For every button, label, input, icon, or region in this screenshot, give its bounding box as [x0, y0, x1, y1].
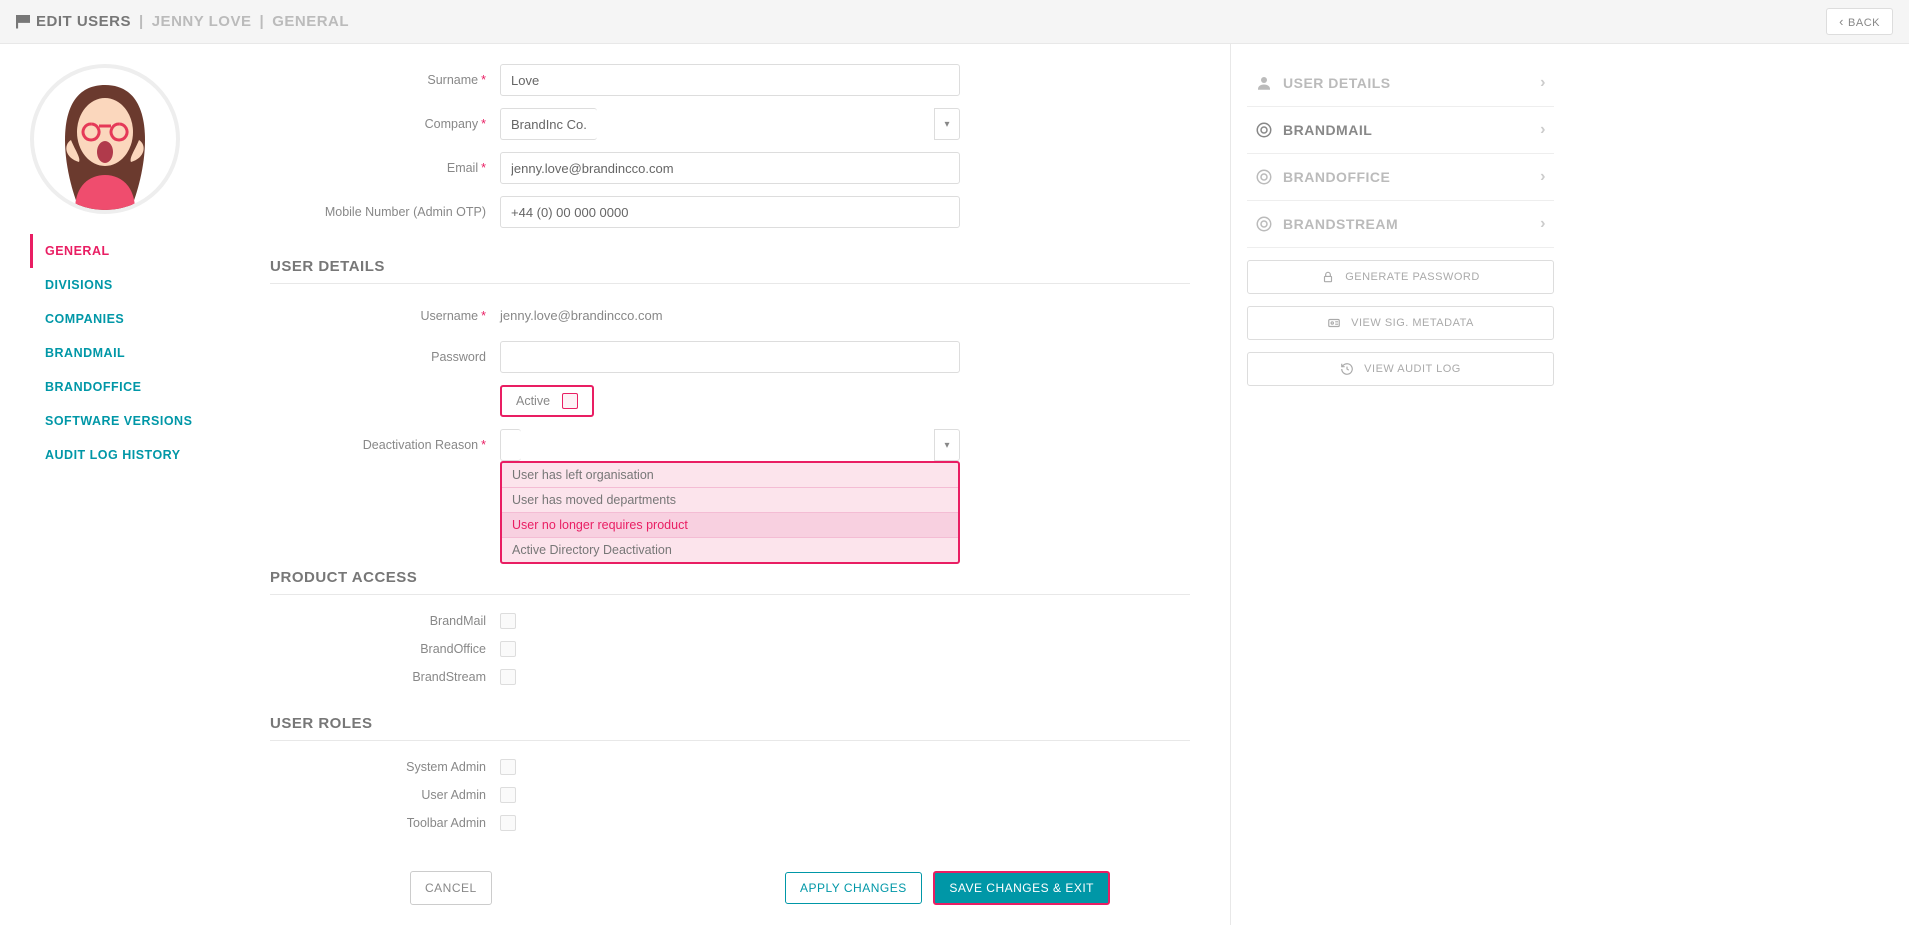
- card-icon: [1327, 316, 1341, 330]
- cancel-button[interactable]: CANCEL: [410, 871, 492, 905]
- crumb-user: JENNY LOVE: [152, 13, 252, 30]
- email-input[interactable]: [500, 152, 960, 184]
- rs-brandmail[interactable]: BRANDMAIL ›: [1247, 107, 1554, 154]
- avatar: [30, 64, 180, 214]
- active-label: Active: [516, 394, 550, 408]
- nav-brandmail[interactable]: BRANDMAIL: [30, 336, 230, 370]
- deactivation-option[interactable]: User has left organisation: [502, 463, 958, 488]
- flag-icon: [16, 15, 30, 29]
- sidebar-right: USER DETAILS › BRANDMAIL › BRANDOFFICE ›…: [1230, 44, 1570, 925]
- sysadmin-checkbox[interactable]: [500, 759, 516, 775]
- company-select[interactable]: BrandInc Co.: [500, 108, 597, 140]
- chevron-right-icon: ›: [1540, 168, 1546, 186]
- crumb-sep: |: [137, 13, 146, 30]
- brandoffice-checkbox[interactable]: [500, 641, 516, 657]
- brandmail-label: BrandMail: [270, 614, 500, 628]
- nav-divisions[interactable]: DIVISIONS: [30, 268, 230, 302]
- nav-brandoffice[interactable]: BRANDOFFICE: [30, 370, 230, 404]
- deactivation-option[interactable]: User no longer requires product: [502, 513, 958, 538]
- surname-input[interactable]: [500, 64, 960, 96]
- nav-companies[interactable]: COMPANIES: [30, 302, 230, 336]
- deactivation-dropdown: User has left organisation User has move…: [500, 461, 960, 564]
- company-label: Company*: [270, 117, 500, 131]
- brandstream-label: BrandStream: [270, 670, 500, 684]
- rs-brandstream[interactable]: BRANDSTREAM ›: [1247, 201, 1554, 248]
- brandoffice-label: BrandOffice: [270, 642, 500, 656]
- save-exit-button[interactable]: SAVE CHANGES & EXIT: [933, 871, 1110, 905]
- avatar-icon: [45, 70, 165, 210]
- password-input[interactable]: [500, 341, 960, 373]
- footer-actions: CANCEL APPLY CHANGES SAVE CHANGES & EXIT: [410, 871, 1110, 905]
- chevron-right-icon: ›: [1540, 74, 1546, 92]
- toolbaradmin-checkbox[interactable]: [500, 815, 516, 831]
- section-user-details: USER DETAILS: [270, 240, 1190, 284]
- deactivation-option[interactable]: User has moved departments: [502, 488, 958, 513]
- user-icon: [1255, 74, 1273, 92]
- deactivation-label: Deactivation Reason*: [270, 438, 500, 452]
- nav-software-versions[interactable]: SOFTWARE VERSIONS: [30, 404, 230, 438]
- crumb-sep: |: [257, 13, 266, 30]
- chevron-down-icon: ▾: [934, 429, 960, 461]
- main-form: Surname* Company* BrandInc Co. ▾ Email* …: [230, 44, 1230, 925]
- chevron-right-icon: ›: [1540, 121, 1546, 139]
- generate-password-button[interactable]: GENERATE PASSWORD: [1247, 260, 1554, 294]
- chevron-down-icon: ▾: [934, 108, 960, 140]
- username-label: Username*: [270, 309, 500, 323]
- active-toggle-wrap: Active: [500, 385, 594, 417]
- brandstream-checkbox[interactable]: [500, 669, 516, 685]
- deactivation-select[interactable]: [500, 429, 521, 461]
- history-icon: [1340, 362, 1354, 376]
- password-label: Password: [270, 350, 500, 364]
- section-user-roles: USER ROLES: [270, 697, 1190, 741]
- target-icon: [1255, 121, 1273, 139]
- rs-user-details[interactable]: USER DETAILS ›: [1247, 60, 1554, 107]
- topbar: EDIT USERS | JENNY LOVE | GENERAL BACK: [0, 0, 1909, 44]
- useradmin-label: User Admin: [270, 788, 500, 802]
- view-sig-metadata-button[interactable]: VIEW SIG. METADATA: [1247, 306, 1554, 340]
- surname-label: Surname*: [270, 73, 500, 87]
- target-icon: [1255, 215, 1273, 233]
- crumb-edit-users: EDIT USERS: [36, 13, 131, 30]
- deactivation-option[interactable]: Active Directory Deactivation: [502, 538, 958, 562]
- active-checkbox[interactable]: [562, 393, 578, 409]
- crumb-section: GENERAL: [272, 13, 349, 30]
- mobile-input[interactable]: [500, 196, 960, 228]
- apply-button[interactable]: APPLY CHANGES: [785, 872, 922, 904]
- breadcrumb: EDIT USERS | JENNY LOVE | GENERAL: [16, 13, 349, 30]
- sysadmin-label: System Admin: [270, 760, 500, 774]
- mobile-label: Mobile Number (Admin OTP): [270, 205, 500, 219]
- nav-general[interactable]: GENERAL: [30, 234, 230, 268]
- chevron-right-icon: ›: [1540, 215, 1546, 233]
- back-button[interactable]: BACK: [1826, 8, 1893, 35]
- left-nav: GENERAL DIVISIONS COMPANIES BRANDMAIL BR…: [30, 234, 230, 472]
- brandmail-checkbox[interactable]: [500, 613, 516, 629]
- target-icon: [1255, 168, 1273, 186]
- sidebar-left: GENERAL DIVISIONS COMPANIES BRANDMAIL BR…: [0, 44, 230, 925]
- rs-brandoffice[interactable]: BRANDOFFICE ›: [1247, 154, 1554, 201]
- nav-audit-log[interactable]: AUDIT LOG HISTORY: [30, 438, 230, 472]
- view-audit-log-button[interactable]: VIEW AUDIT LOG: [1247, 352, 1554, 386]
- lock-icon: [1321, 270, 1335, 284]
- useradmin-checkbox[interactable]: [500, 787, 516, 803]
- toolbaradmin-label: Toolbar Admin: [270, 816, 500, 830]
- username-value: jenny.love@brandincco.com: [500, 302, 960, 329]
- email-label: Email*: [270, 161, 500, 175]
